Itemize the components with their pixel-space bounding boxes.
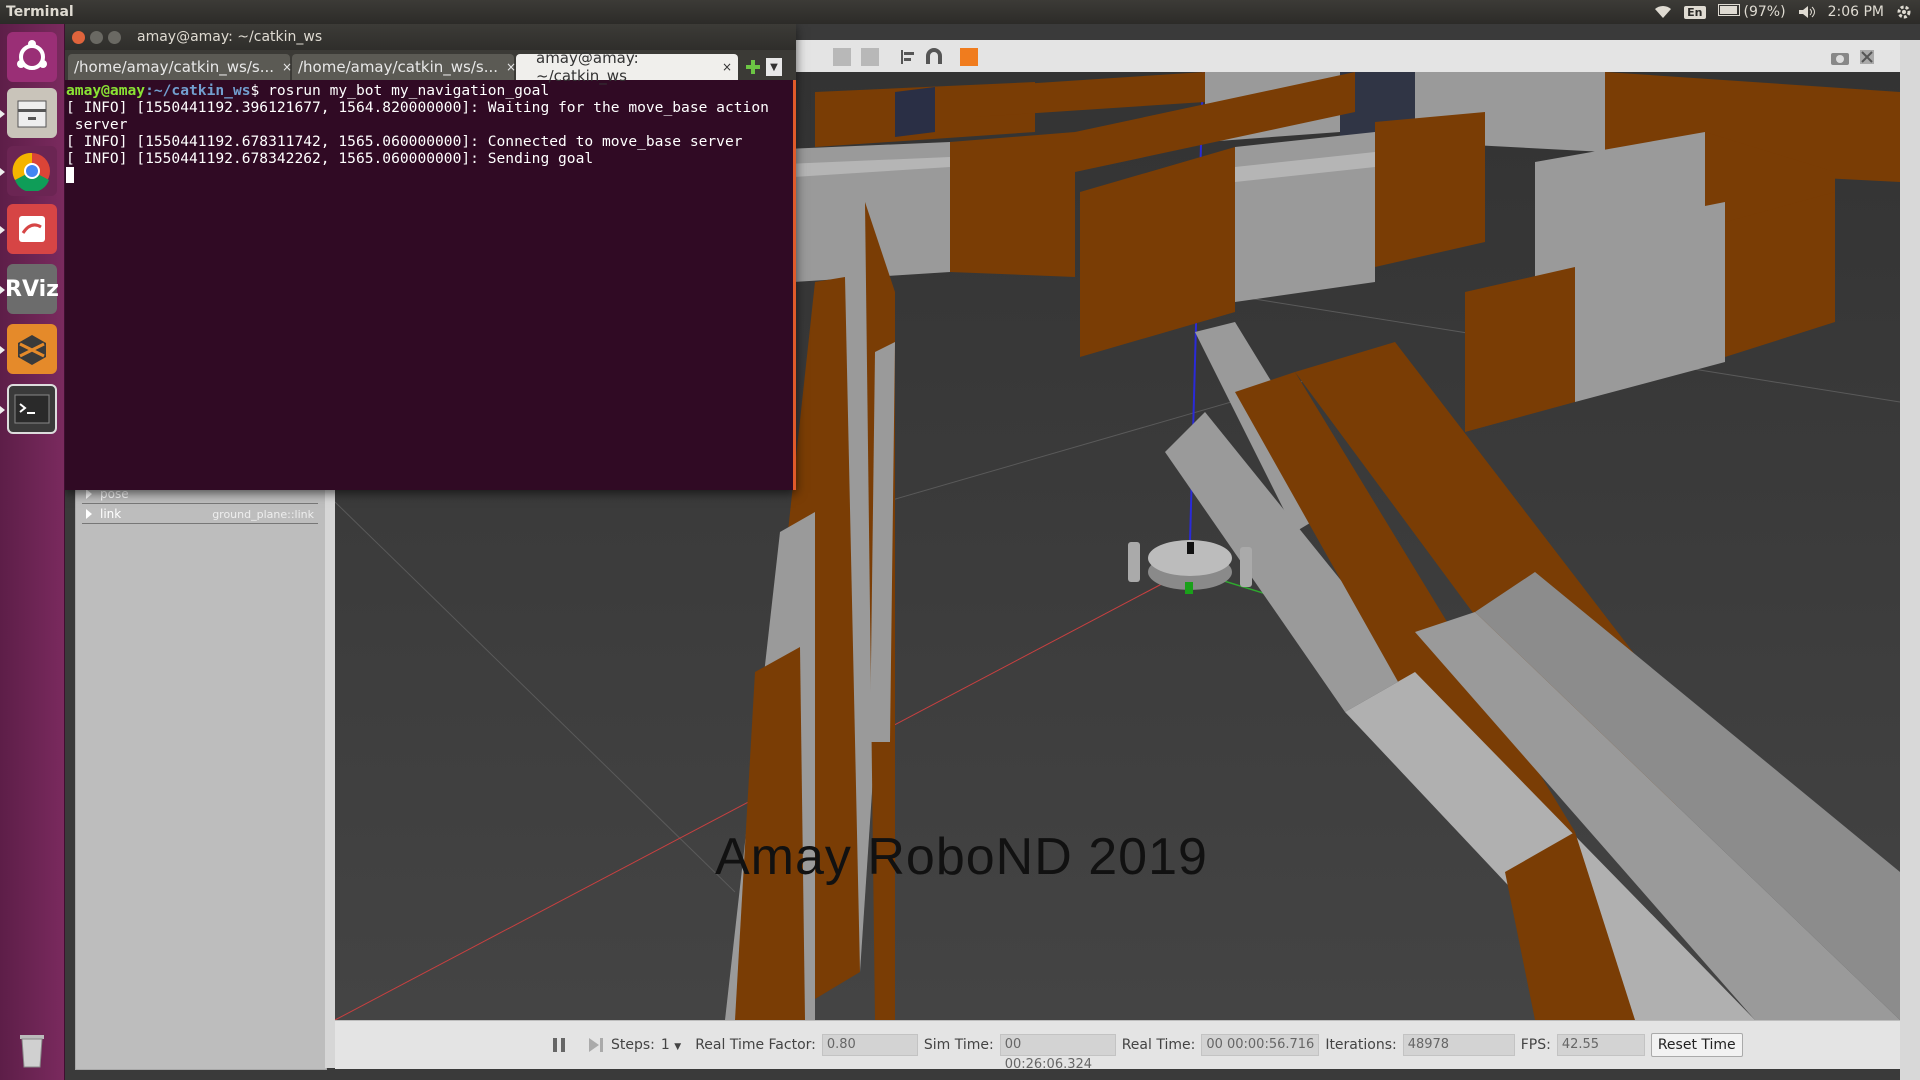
running-indicator xyxy=(0,346,5,354)
change-view-icon[interactable] xyxy=(960,48,978,66)
close-window-button[interactable] xyxy=(72,30,85,44)
text-cursor xyxy=(66,167,74,183)
sim-time-field: 00 00:26:06.324 xyxy=(999,1034,1116,1072)
tab-close-icon[interactable]: × xyxy=(498,60,516,74)
terminal-window-title: amay@amay: ~/catkin_ws xyxy=(137,29,323,45)
snap-magnet-icon[interactable] xyxy=(925,48,943,66)
unity-launcher: RViz xyxy=(0,24,65,1080)
chrome-icon xyxy=(12,152,50,191)
rviz-icon: RViz xyxy=(5,276,59,302)
running-indicator xyxy=(0,406,5,414)
running-indicator xyxy=(0,168,5,176)
keyboard-language-indicator[interactable]: En xyxy=(1684,5,1706,19)
tab-close-icon[interactable]: × xyxy=(274,60,292,74)
launcher-trash[interactable] xyxy=(7,1024,57,1074)
fps-field: 42.55 xyxy=(1556,1034,1645,1056)
chevron-down-icon: ▼ xyxy=(770,61,778,73)
iterations-field: 48978 xyxy=(1402,1034,1515,1056)
running-indicator xyxy=(0,110,5,118)
expand-arrow-icon[interactable] xyxy=(86,509,92,519)
terminal-tab[interactable]: /home/amay/catkin_ws/s... × xyxy=(292,54,516,80)
reset-time-button[interactable]: Reset Time xyxy=(1650,1033,1743,1057)
simulation-status-bar: Steps: 1 ▼ Real Time Factor: 0.80 Sim Ti… xyxy=(335,1020,1900,1072)
copy-icon[interactable] xyxy=(833,48,851,66)
prompt-command: $ rosrun my_bot my_navigation_goal xyxy=(250,82,550,99)
wifi-icon[interactable] xyxy=(1654,5,1672,19)
gear-icon[interactable] xyxy=(1896,4,1912,20)
output-line: server xyxy=(66,116,128,133)
trash-icon xyxy=(20,1035,44,1068)
minimize-window-button[interactable] xyxy=(90,30,103,44)
watermark-text: Amay RoboND 2019 xyxy=(715,828,1208,886)
pause-icon[interactable] xyxy=(551,1036,567,1054)
terminal-output[interactable]: amay@amay:~/catkin_ws$ rosrun my_bot my_… xyxy=(64,80,796,490)
active-app-title: Terminal xyxy=(6,4,74,20)
ubuntu-logo-icon xyxy=(17,40,47,70)
property-name: link xyxy=(100,507,122,521)
terminal-window[interactable]: amay@amay: ~/catkin_ws /home/amay/catkin… xyxy=(64,24,796,490)
real-time-factor-label: Real Time Factor: xyxy=(695,1037,816,1053)
log-data-icon[interactable] xyxy=(1858,48,1876,66)
property-row-link[interactable]: link ground_plane::link xyxy=(82,505,318,524)
real-time-field: 00 00:00:56.716 xyxy=(1201,1034,1320,1056)
output-line: [ INFO] [1550441192.678311742, 1565.0600… xyxy=(66,133,743,150)
steps-value: 1 xyxy=(660,1037,670,1053)
prompt-path: :~/catkin_ws xyxy=(145,82,251,99)
tab-close-icon[interactable]: × xyxy=(714,60,732,74)
battery-indicator[interactable]: (97%) xyxy=(1717,4,1786,20)
launcher-terminal[interactable] xyxy=(7,384,57,434)
file-cabinet-icon xyxy=(17,100,47,128)
volume-icon[interactable] xyxy=(1798,5,1816,19)
iterations-label: Iterations: xyxy=(1325,1037,1397,1053)
prompt-user: amay@amay xyxy=(66,82,146,99)
new-tab-plus-icon[interactable] xyxy=(744,58,762,76)
text-editor-icon xyxy=(19,216,45,242)
align-icon[interactable] xyxy=(900,48,918,66)
battery-percent: (97%) xyxy=(1743,4,1786,20)
chevron-down-icon: ▼ xyxy=(674,1042,682,1052)
world-properties-panel: pose link ground_plane::link xyxy=(75,472,327,1070)
expand-arrow-icon[interactable] xyxy=(86,489,92,499)
running-indicator xyxy=(0,286,5,294)
battery-icon xyxy=(1717,4,1740,16)
screenshot-camera-icon[interactable] xyxy=(1830,48,1849,66)
paste-icon[interactable] xyxy=(861,48,879,66)
terminal-tab[interactable]: /home/amay/catkin_ws/s... × xyxy=(68,54,292,80)
steps-label: Steps: xyxy=(611,1037,655,1053)
terminal-scrollbar[interactable] xyxy=(793,80,796,490)
terminal-icon xyxy=(14,394,50,424)
tab-label: /home/amay/catkin_ws/s... xyxy=(74,58,274,76)
launcher-chrome[interactable] xyxy=(7,146,57,196)
top-panel: Terminal En (97%) 2:06 PM xyxy=(0,0,1920,24)
tab-menu-dropdown[interactable]: ▼ xyxy=(766,58,782,76)
sim-time-label: Sim Time: xyxy=(923,1037,994,1053)
launcher-rviz[interactable]: RViz xyxy=(5,264,59,314)
launcher-files[interactable] xyxy=(7,88,57,138)
real-time-label: Real Time: xyxy=(1121,1037,1196,1053)
launcher-text-editor[interactable] xyxy=(7,204,57,254)
clock[interactable]: 2:06 PM xyxy=(1828,4,1884,20)
terminal-tab-active[interactable]: amay@amay: ~/catkin_ws × xyxy=(516,49,738,85)
gazebo-icon xyxy=(18,335,46,365)
right-panel-collapsed[interactable] xyxy=(1900,40,1920,1080)
real-time-factor-field: 0.80 xyxy=(821,1034,918,1056)
launcher-gazebo[interactable] xyxy=(7,324,57,374)
maximize-window-button[interactable] xyxy=(108,30,121,44)
step-icon[interactable] xyxy=(587,1036,605,1054)
prompt-line: amay@amay:~/catkin_ws$ rosrun my_bot my_… xyxy=(66,82,794,99)
gazebo-toolbar xyxy=(795,40,1900,73)
terminal-tab-bar: /home/amay/catkin_ws/s... × /home/amay/c… xyxy=(64,49,796,85)
output-line: [ INFO] [1550441192.396121677, 1564.8200… xyxy=(66,99,769,116)
steps-spinner[interactable]: 1 ▼ xyxy=(661,1037,681,1053)
running-indicator xyxy=(0,226,5,234)
ubuntu-home-button[interactable] xyxy=(7,32,57,82)
fps-label: FPS: xyxy=(1520,1037,1551,1053)
tab-label: /home/amay/catkin_ws/s... xyxy=(298,58,498,76)
output-line: [ INFO] [1550441192.678342262, 1565.0600… xyxy=(66,150,594,167)
terminal-titlebar[interactable]: amay@amay: ~/catkin_ws xyxy=(64,24,796,50)
property-value: ground_plane::link xyxy=(212,507,314,521)
